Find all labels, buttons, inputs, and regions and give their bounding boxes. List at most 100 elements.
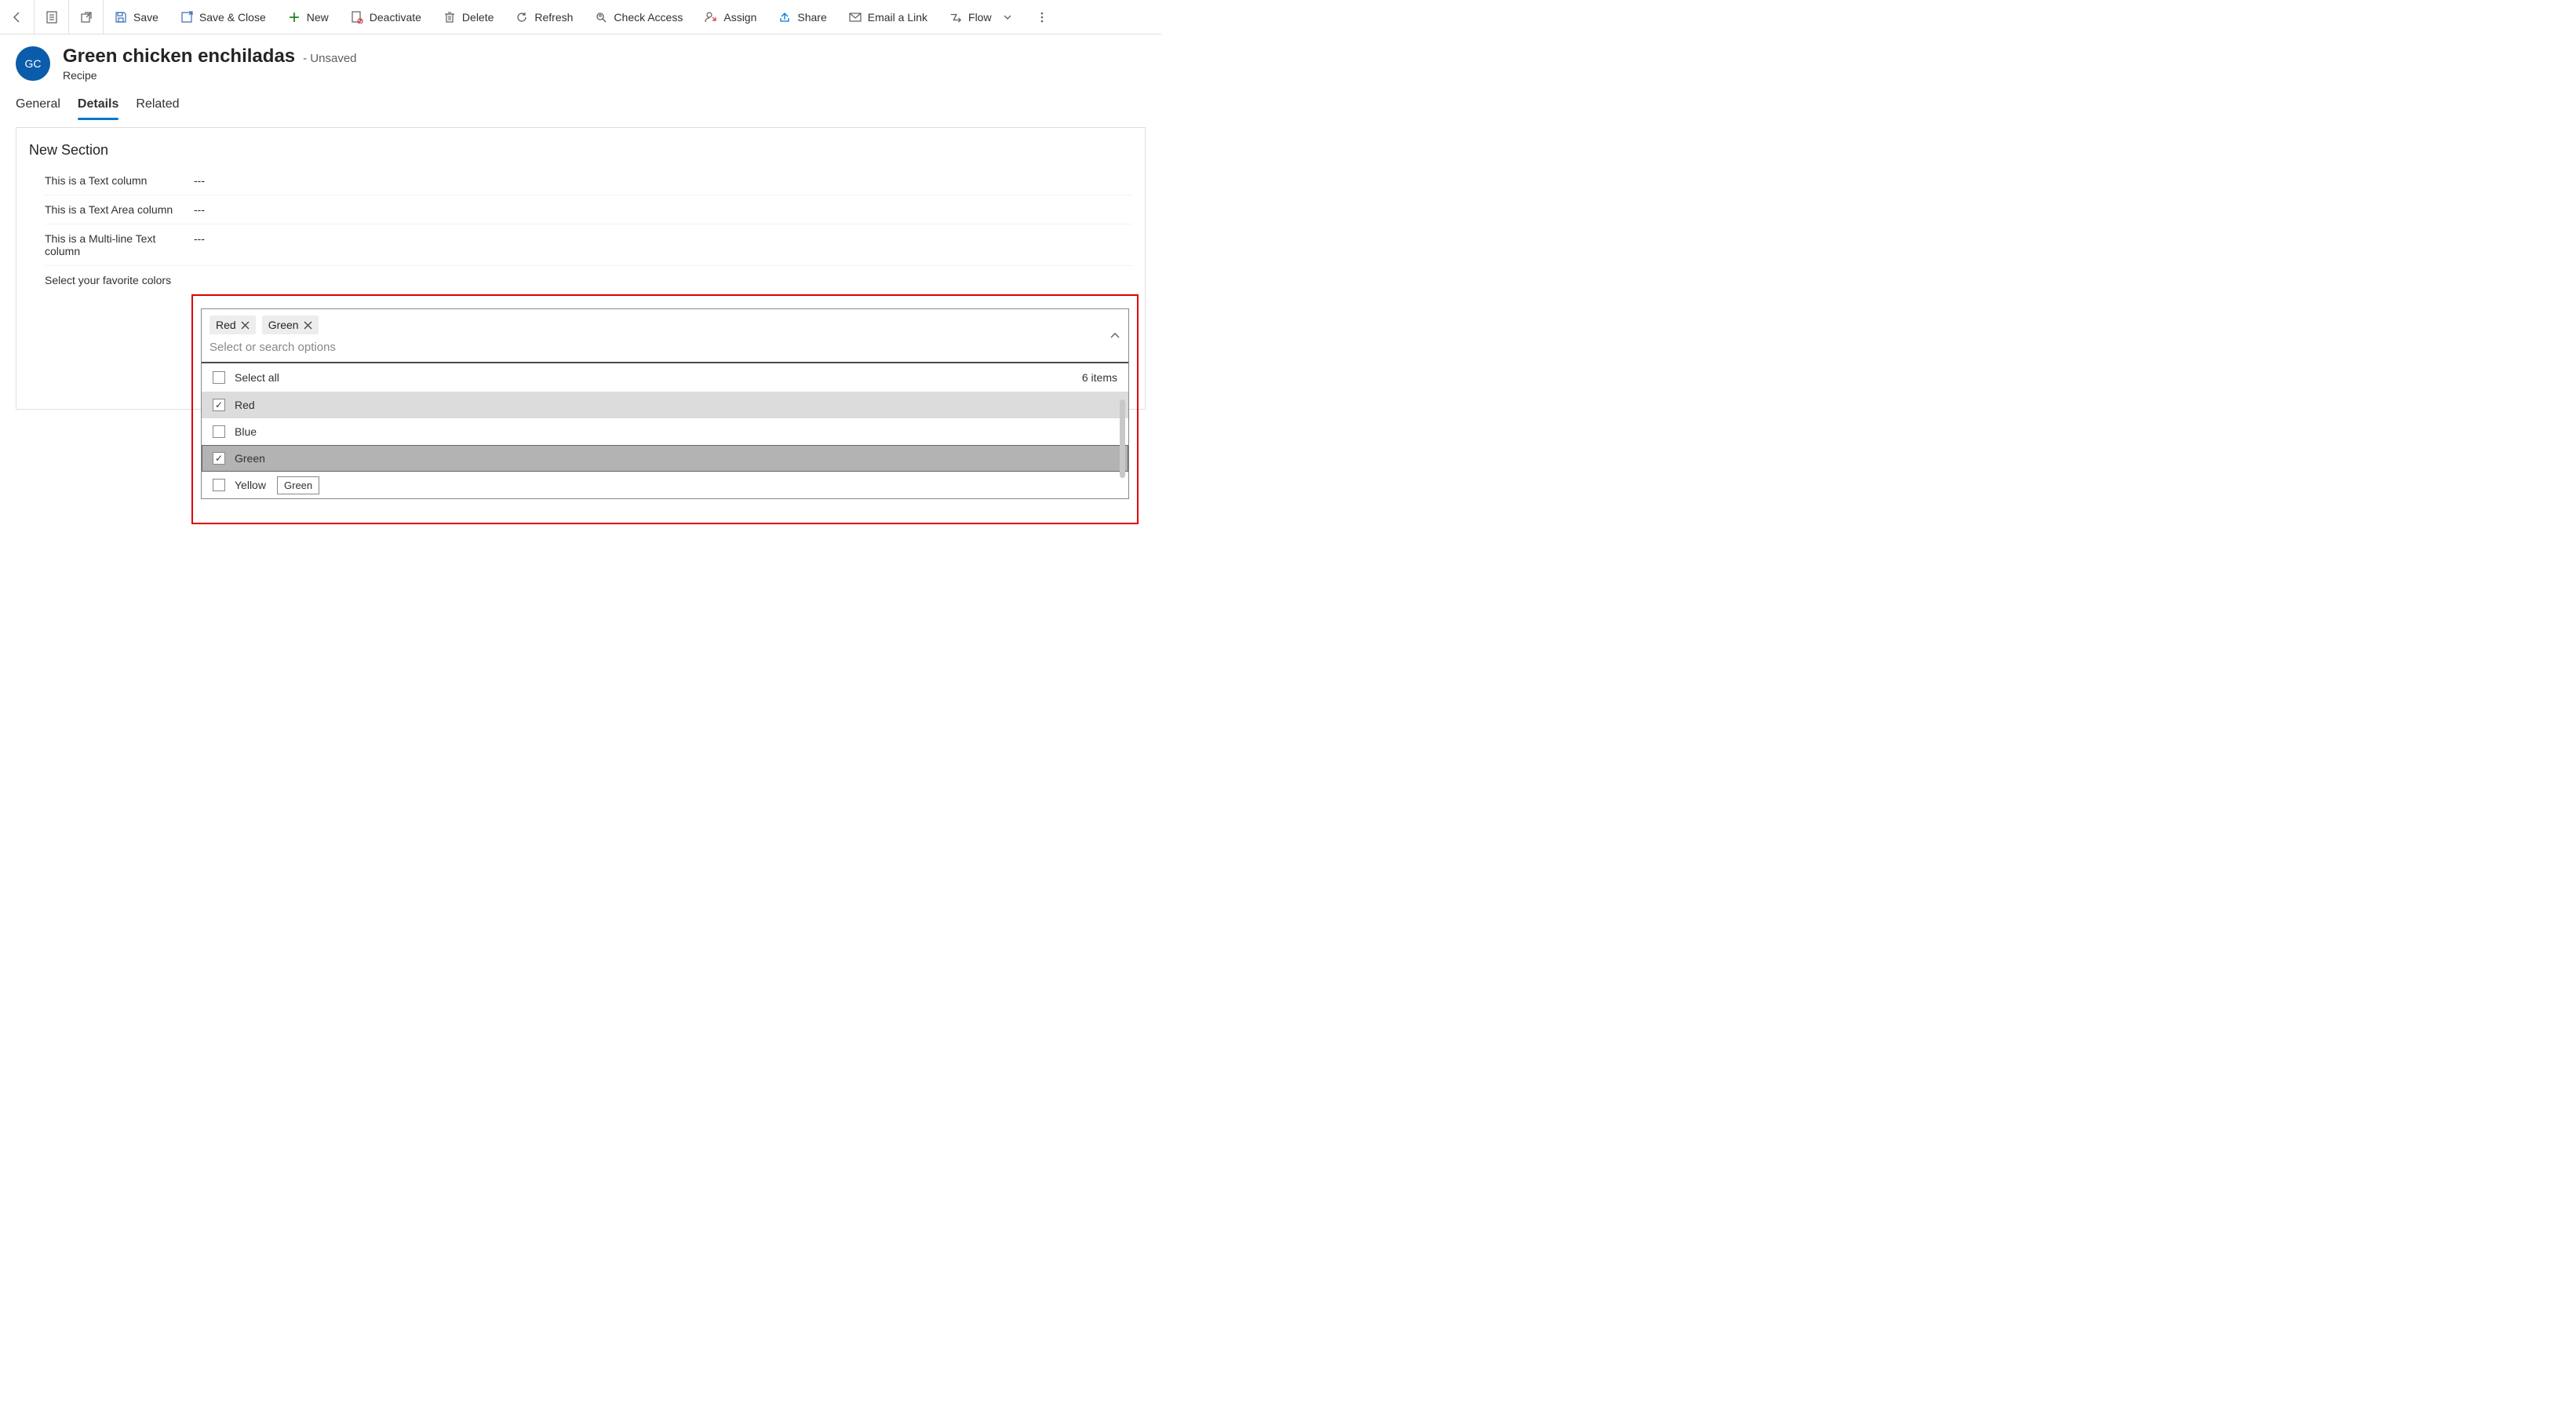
plus-icon	[288, 11, 301, 24]
option-green[interactable]: Green	[202, 445, 1128, 472]
field-text-label: This is a Text column	[45, 174, 194, 187]
popout-icon	[80, 11, 93, 24]
new-button[interactable]: New	[277, 0, 340, 35]
tab-details-label: Details	[78, 97, 118, 111]
delete-label: Delete	[462, 11, 494, 24]
save-close-icon	[180, 11, 193, 24]
back-button[interactable]	[0, 0, 35, 35]
combobox-search-input[interactable]	[210, 337, 1120, 357]
combobox-input-area[interactable]: Red Green	[202, 309, 1128, 363]
selected-chips: Red Green	[210, 315, 1120, 334]
option-tooltip: Green	[277, 476, 319, 494]
option-blue[interactable]: Blue	[202, 418, 1128, 445]
email-link-button[interactable]: Email a Link	[838, 0, 938, 35]
record-status-suffix: - Unsaved	[303, 52, 356, 65]
section-title: New Section	[16, 137, 1145, 166]
refresh-icon	[516, 11, 528, 24]
chip-red: Red	[210, 315, 256, 334]
select-all-checkbox[interactable]	[213, 371, 225, 384]
multiselect-dropdown: Select all 6 items Red Blue Green	[202, 363, 1128, 498]
flow-icon	[949, 11, 962, 24]
save-button[interactable]: Save	[104, 0, 169, 35]
delete-button[interactable]: Delete	[432, 0, 505, 35]
flow-label: Flow	[968, 11, 992, 24]
assign-label: Assign	[723, 11, 756, 24]
refresh-button[interactable]: Refresh	[505, 0, 584, 35]
dropdown-item-count: 6 items	[1082, 371, 1117, 384]
form-icon	[46, 11, 58, 24]
option-yellow[interactable]: Yellow Green	[202, 472, 1128, 498]
select-all-label[interactable]: Select all	[235, 371, 279, 384]
field-text-value: ---	[194, 174, 1132, 187]
field-multiline[interactable]: This is a Multi-line Text column ---	[45, 224, 1132, 266]
tab-general[interactable]: General	[16, 91, 60, 119]
overflow-button[interactable]	[1025, 11, 1059, 24]
command-bar: Save Save & Close New Deactivate Delete …	[0, 0, 1161, 35]
multiselect-combobox[interactable]: Red Green	[201, 308, 1129, 499]
share-label: Share	[797, 11, 826, 24]
nav-group	[0, 0, 104, 34]
tab-details[interactable]: Details	[78, 91, 118, 119]
chevron-up-icon	[1109, 330, 1120, 341]
share-icon	[778, 11, 791, 24]
record-entity: Recipe	[63, 69, 357, 82]
x-icon	[304, 321, 312, 330]
save-close-label: Save & Close	[199, 11, 266, 24]
chip-red-remove[interactable]	[241, 321, 250, 330]
save-close-button[interactable]: Save & Close	[169, 0, 277, 35]
refresh-label: Refresh	[534, 11, 573, 24]
field-text-area-value: ---	[194, 203, 1132, 216]
avatar: GC	[16, 46, 50, 81]
popout-button[interactable]	[69, 0, 104, 35]
check-access-button[interactable]: Check Access	[584, 0, 694, 35]
chip-red-label: Red	[216, 319, 236, 331]
dropdown-header: Select all 6 items	[202, 363, 1128, 392]
option-green-label: Green	[235, 452, 265, 465]
tab-related-label: Related	[136, 97, 179, 111]
multiselect-highlight-box: Red Green	[191, 294, 1139, 524]
option-red-label: Red	[235, 399, 255, 411]
chip-green-label: Green	[268, 319, 299, 331]
field-text-area[interactable]: This is a Text Area column ---	[45, 195, 1132, 224]
avatar-initials: GC	[25, 57, 42, 70]
title-block: Green chicken enchiladas - Unsaved Recip…	[63, 46, 357, 82]
form-section-panel: New Section This is a Text column --- Th…	[16, 127, 1146, 410]
option-yellow-checkbox[interactable]	[213, 479, 225, 491]
chip-green: Green	[262, 315, 319, 334]
flow-button[interactable]: Flow	[938, 0, 1025, 35]
option-red-checkbox[interactable]	[213, 399, 225, 411]
form-selector-button[interactable]	[35, 0, 69, 35]
field-text[interactable]: This is a Text column ---	[45, 166, 1132, 195]
new-label: New	[307, 11, 329, 24]
field-colors-label: Select your favorite colors	[45, 274, 194, 286]
check-access-label: Check Access	[614, 11, 683, 24]
save-label: Save	[133, 11, 158, 24]
chip-green-remove[interactable]	[304, 321, 312, 330]
option-red[interactable]: Red	[202, 392, 1128, 418]
tab-general-label: General	[16, 97, 60, 111]
share-button[interactable]: Share	[767, 0, 837, 35]
email-link-label: Email a Link	[868, 11, 927, 24]
more-vertical-icon	[1036, 11, 1048, 24]
deactivate-label: Deactivate	[370, 11, 421, 24]
assign-button[interactable]: Assign	[694, 0, 767, 35]
x-icon	[241, 321, 250, 330]
record-title: Green chicken enchiladas	[63, 46, 295, 67]
field-multiline-value: ---	[194, 232, 1132, 245]
option-yellow-label: Yellow	[235, 479, 266, 491]
dropdown-scrollbar-thumb[interactable]	[1120, 399, 1125, 478]
record-header: GC Green chicken enchiladas - Unsaved Re…	[0, 35, 1161, 85]
delete-icon	[443, 11, 456, 24]
form-tabs: General Details Related	[0, 85, 1161, 119]
deactivate-icon	[351, 11, 363, 24]
tab-related[interactable]: Related	[136, 91, 179, 119]
arrow-left-icon	[11, 11, 24, 24]
save-icon	[115, 11, 127, 24]
option-blue-checkbox[interactable]	[213, 425, 225, 438]
deactivate-button[interactable]: Deactivate	[340, 0, 432, 35]
option-green-checkbox[interactable]	[213, 452, 225, 465]
combobox-caret[interactable]	[1109, 330, 1120, 341]
field-text-area-label: This is a Text Area column	[45, 203, 194, 216]
assign-icon	[705, 11, 717, 24]
email-icon	[849, 11, 862, 24]
